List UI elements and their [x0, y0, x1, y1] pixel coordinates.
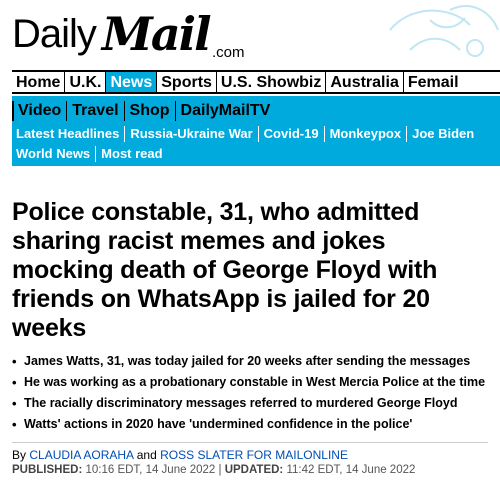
- byline: By CLAUDIA AORAHA and ROSS SLATER FOR MA…: [12, 448, 348, 462]
- nav-item-news[interactable]: News: [106, 72, 158, 92]
- summary-bullet: James Watts, 31, was today jailed for 20…: [12, 351, 492, 372]
- nav-item-sports[interactable]: Sports: [157, 72, 217, 92]
- logo-com-text: .com: [212, 44, 245, 61]
- date-separator: |: [218, 464, 222, 476]
- updated-date: 11:42 EDT, 14 June 2022: [286, 464, 416, 476]
- logo-daily-text: Daily: [12, 12, 97, 56]
- subnav-monkeypox[interactable]: Monkeypox: [323, 126, 407, 142]
- subnav-row-main: Video Travel Shop DailyMailTV: [12, 98, 275, 124]
- nav-item-femail[interactable]: Femail: [404, 72, 463, 92]
- news-subnav: Video Travel Shop DailyMailTV Latest Hea…: [12, 96, 500, 166]
- primary-nav: Home U.K. News Sports U.S. Showbiz Austr…: [12, 70, 500, 94]
- summary-bullet: Watts' actions in 2020 have 'undermined …: [12, 414, 492, 435]
- publication-dates: PUBLISHED: 10:16 EDT, 14 June 2022 | UPD…: [12, 463, 415, 477]
- nav-item-us-showbiz[interactable]: U.S. Showbiz: [217, 72, 327, 92]
- decorative-swirl-graphic: [350, 0, 500, 68]
- published-label: PUBLISHED:: [12, 464, 83, 476]
- nav-item-australia[interactable]: Australia: [326, 72, 404, 92]
- subnav-latest-headlines[interactable]: Latest Headlines: [12, 126, 124, 142]
- subnav-covid-19[interactable]: Covid-19: [257, 126, 324, 142]
- article-headline: Police constable, 31, who admitted shari…: [12, 198, 438, 342]
- subnav-most-read[interactable]: Most read: [95, 146, 167, 162]
- subnav-russia-ukraine-war[interactable]: Russia-Ukraine War: [124, 126, 257, 142]
- subnav-dailymailtv[interactable]: DailyMailTV: [174, 101, 276, 121]
- author-link-claudia-aoraha[interactable]: CLAUDIA AORAHA: [29, 448, 133, 462]
- published-date: 10:16 EDT, 14 June 2022: [85, 464, 216, 476]
- subnav-row-more: World News Most read: [12, 144, 168, 164]
- author-link-ross-slater[interactable]: ROSS SLATER FOR MAILONLINE: [160, 448, 348, 462]
- nav-item-uk[interactable]: U.K.: [65, 72, 107, 92]
- summary-bullet: He was working as a probationary constab…: [12, 372, 492, 393]
- masthead: Daily Mail .com: [0, 0, 500, 68]
- article-summary-bullets: James Watts, 31, was today jailed for 20…: [12, 351, 492, 435]
- byline-prefix: By: [12, 448, 27, 462]
- summary-bullet: The racially discriminatory messages ref…: [12, 393, 492, 414]
- byline-and: and: [136, 448, 157, 462]
- subnav-shop[interactable]: Shop: [123, 101, 175, 121]
- subnav-video[interactable]: Video: [12, 101, 66, 121]
- daily-mail-logo[interactable]: Daily Mail: [12, 6, 212, 61]
- updated-label: UPDATED:: [224, 464, 284, 476]
- byline-divider: [12, 442, 488, 443]
- subnav-joe-biden[interactable]: Joe Biden: [406, 126, 479, 142]
- subnav-row-topics: Latest Headlines Russia-Ukraine War Covi…: [12, 124, 479, 144]
- logo-mail-text: Mail: [101, 7, 212, 61]
- subnav-travel[interactable]: Travel: [66, 101, 123, 121]
- subnav-world-news[interactable]: World News: [12, 146, 95, 162]
- nav-item-home[interactable]: Home: [12, 72, 66, 92]
